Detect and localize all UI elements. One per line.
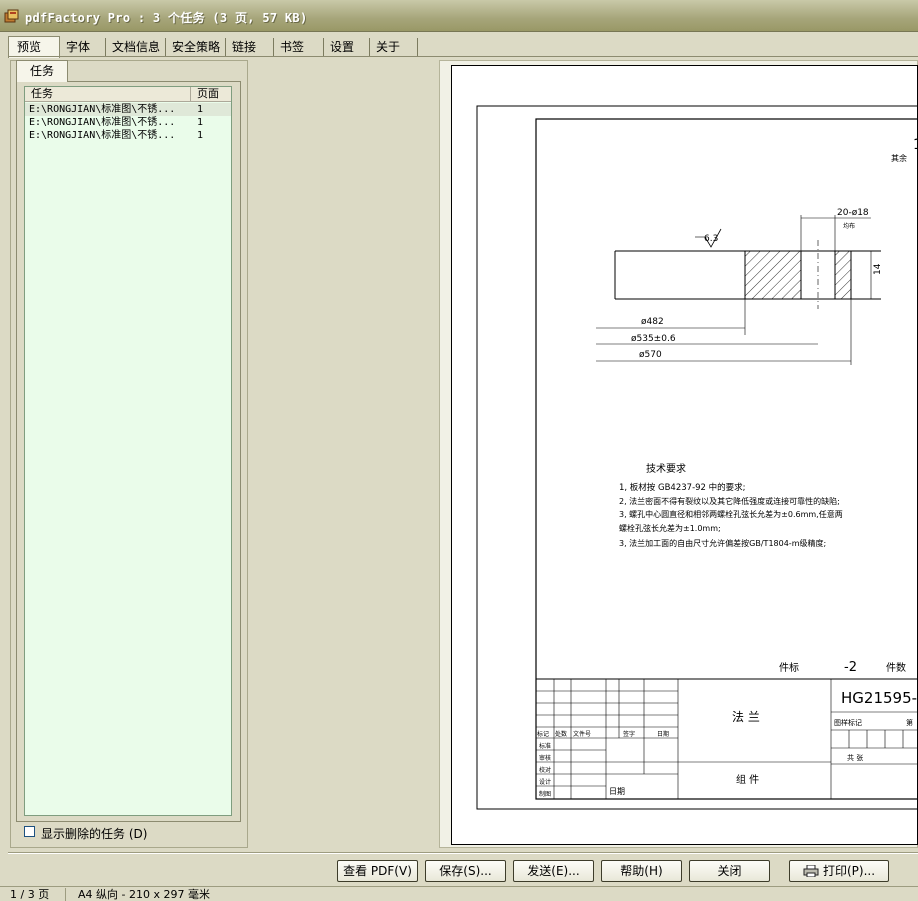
dim-d1: ø482 [641, 317, 664, 327]
holes-label: 20-ø18 [837, 208, 869, 218]
tech-line-2: 2, 法兰密面不得有裂纹以及其它降低强度或连接可靠性的缺陷; [619, 496, 840, 506]
sheet2-label: 第 [906, 718, 913, 727]
bottom-divider [8, 852, 918, 854]
tab-jobs[interactable]: 任务 [16, 60, 68, 82]
show-deleted-checkbox[interactable] [24, 826, 35, 837]
main-tabs: 预览 字体 文档信息 安全策略 链接 书签 设置 关于 [8, 36, 918, 58]
sign-label-draw: 制图 [539, 790, 551, 798]
tech-line-1: 1, 板材按 GB4237-92 中的要求; [619, 482, 746, 493]
list-item[interactable]: E:\RONGJIAN\标准图\不锈... 1 [25, 116, 231, 129]
print-button-label: 打印(P)... [822, 864, 876, 878]
rev-label-file: 文件号 [573, 730, 591, 738]
rev-label-date: 日期 [657, 730, 669, 738]
rev-label-mark: 标记 [537, 730, 549, 738]
tech-title: 技术要求 [646, 462, 686, 475]
part-value: -2 [844, 660, 857, 675]
send-button[interactable]: 发送(E)... [513, 860, 594, 882]
cad-drawing: 1 其余 20-ø18 均布 6.3 14 ø482 ø535±0.6 ø570… [476, 105, 918, 810]
tech-line-3: 3, 螺孔中心圆直径和相邻两螺栓孔弦长允差为±0.6mm,任意两 [619, 509, 843, 519]
sign-label-standard: 标准 [539, 742, 551, 750]
show-deleted-label[interactable]: 显示删除的任务 (D) [41, 825, 147, 842]
rev-label-count: 处数 [555, 730, 567, 738]
tab-divider [8, 56, 918, 57]
part-name: 法 兰 [732, 710, 760, 724]
tab-fonts[interactable]: 字体 [60, 38, 106, 56]
sign-label-review: 审核 [539, 754, 551, 762]
revision-labels: 标记 处数 文件号 签字 日期 [537, 730, 669, 738]
scale-label: 共 张 [847, 753, 863, 762]
tab-preview[interactable]: 预览 [8, 36, 60, 58]
job-path: E:\RONGJIAN\标准图\不锈... [29, 117, 176, 128]
dim-d2: ø535±0.6 [631, 334, 676, 344]
list-item[interactable]: E:\RONGJIAN\标准图\不锈... 1 [25, 103, 231, 116]
thickness-value: 14 [873, 263, 883, 275]
job-pages: 1 [197, 117, 204, 128]
app-icon [4, 9, 19, 23]
corner-text: 其余 [891, 153, 907, 163]
jobs-list-header: 任务 页面 [25, 87, 231, 102]
tab-settings[interactable]: 设置 [324, 38, 370, 56]
status-bar: 1 / 3 页 A4 纵向 - 210 x 297 毫米 [0, 886, 918, 901]
status-page: 1 / 3 页 [4, 888, 66, 901]
close-button[interactable]: 关闭 [689, 860, 770, 882]
job-pages: 1 [197, 104, 204, 115]
tech-line-4: 螺栓孔弦长允差为±1.0mm; [619, 523, 721, 533]
save-button[interactable]: 保存(S)... [425, 860, 506, 882]
qty-label: 件数 [886, 661, 906, 674]
sheet-label: 图样标记 [834, 718, 862, 727]
roughness-value: 6.3 [704, 234, 718, 244]
tab-security[interactable]: 安全策略 [166, 38, 226, 56]
window-title: pdfFactory Pro : 3 个任务 (3 页, 57 KB) [25, 11, 308, 25]
printer-icon [803, 865, 819, 877]
dim-d3: ø570 [639, 350, 662, 360]
sign-labels: 标准 审核 校对 设计 制图 [539, 742, 551, 798]
job-pages: 1 [197, 130, 204, 141]
print-button[interactable]: 打印(P)... [789, 860, 889, 882]
list-item[interactable]: E:\RONGJIAN\标准图\不锈... 1 [25, 129, 231, 142]
tech-line-5: 3, 法兰加工面的自由尺寸允许偏差按GB/T1804-m级精度; [619, 538, 826, 548]
column-header-page[interactable]: 页面 [191, 87, 231, 101]
tab-links[interactable]: 链接 [226, 38, 274, 56]
group-label: 组 件 [736, 773, 759, 786]
holes-sub: 均布 [843, 222, 855, 230]
job-path: E:\RONGJIAN\标准图\不锈... [29, 104, 176, 115]
date-label: 日期 [609, 787, 625, 796]
jobs-list[interactable]: 任务 页面 E:\RONGJIAN\标准图\不锈... 1 E:\RONGJIA… [24, 86, 232, 816]
title-bar: pdfFactory Pro : 3 个任务 (3 页, 57 KB) [0, 0, 918, 32]
tab-bookmarks[interactable]: 书签 [274, 38, 324, 56]
standard-code: HG21595-199 [841, 689, 918, 707]
part-label: 件标 [779, 662, 799, 674]
status-paper: A4 纵向 - 210 x 297 毫米 [78, 888, 210, 901]
sign-label-check: 校对 [539, 766, 551, 774]
rev-label-sign: 签字 [623, 730, 635, 738]
tab-document-info[interactable]: 文档信息 [106, 38, 166, 56]
sign-label-design: 设计 [539, 778, 551, 786]
corner-number: 1 [913, 137, 918, 153]
tab-about[interactable]: 关于 [370, 38, 418, 56]
column-header-job[interactable]: 任务 [25, 87, 191, 101]
job-path: E:\RONGJIAN\标准图\不锈... [29, 130, 176, 141]
view-pdf-button[interactable]: 查看 PDF(V) [337, 860, 418, 882]
help-button[interactable]: 帮助(H) [601, 860, 682, 882]
